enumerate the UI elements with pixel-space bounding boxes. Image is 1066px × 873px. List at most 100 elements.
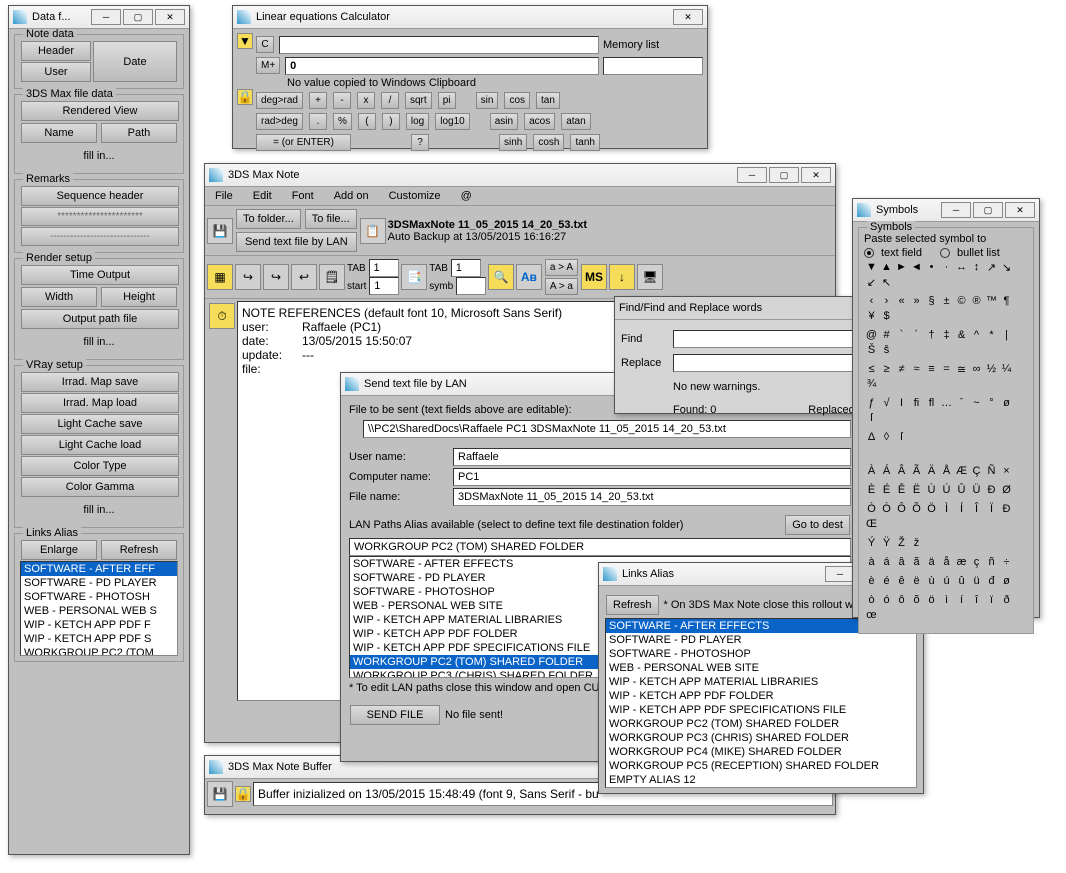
symbol-button[interactable]: √ xyxy=(879,397,894,412)
search-icon[interactable]: 🔍 xyxy=(488,264,514,290)
symbol-button[interactable]: ù xyxy=(924,575,939,590)
symbol-button[interactable] xyxy=(909,431,924,446)
symbol-button[interactable]: Ð xyxy=(999,503,1014,518)
close-button[interactable]: ✕ xyxy=(1005,202,1035,218)
calc-button[interactable]: x xyxy=(357,92,375,109)
calc-button[interactable]: tan xyxy=(536,92,560,109)
list-item[interactable]: EMPTY ALIAS 12 xyxy=(606,773,916,787)
date-button[interactable]: Date xyxy=(93,41,177,82)
symbol-button[interactable]: ≅ xyxy=(954,363,969,378)
maximize-button[interactable]: ▢ xyxy=(973,202,1003,218)
symbol-button[interactable]: » xyxy=(909,295,924,310)
symbol-button[interactable]: Ã xyxy=(909,465,924,480)
calc-button[interactable]: asin xyxy=(490,113,518,130)
close-button[interactable]: ✕ xyxy=(155,9,185,25)
symbol-button[interactable]: â xyxy=(894,556,909,571)
symbol-button[interactable]: ° xyxy=(984,397,999,412)
symbol-button[interactable] xyxy=(969,537,984,552)
calc-button[interactable]: cosh xyxy=(533,134,564,151)
result-input[interactable]: 0 xyxy=(285,57,599,75)
symbol-button[interactable]: ↘ xyxy=(999,261,1014,276)
symbol-button[interactable]: ë xyxy=(909,575,924,590)
list-item[interactable]: WIP - KETCH APP MATERIAL LIBRARIES xyxy=(606,675,916,689)
symbol-button[interactable]: ≠ xyxy=(894,363,909,378)
symbol-button[interactable]: Æ xyxy=(954,465,969,480)
close-button[interactable]: ✕ xyxy=(673,9,703,25)
refresh-button[interactable]: Refresh xyxy=(101,540,177,560)
height-button[interactable]: Height xyxy=(101,287,177,307)
symbol-button[interactable]: ø xyxy=(999,575,1014,590)
symbol-button[interactable]: Š xyxy=(864,344,879,359)
time-output-button[interactable]: Time Output xyxy=(21,265,179,285)
user-input[interactable] xyxy=(453,448,851,466)
calc-button[interactable]: rad>deg xyxy=(256,113,303,130)
symbol-button[interactable]: đ xyxy=(984,575,999,590)
symbol-button[interactable]: Ó xyxy=(879,503,894,518)
dash2-button[interactable]: ------------------------------ xyxy=(21,227,179,246)
irrad-save-button[interactable]: Irrad. Map save xyxy=(21,372,179,392)
symbol-button[interactable]: @ xyxy=(864,329,879,344)
symbol-button[interactable]: ã xyxy=(909,556,924,571)
symbol-button[interactable]: * xyxy=(984,329,999,344)
list-item[interactable]: WEB - PERSONAL WEB S xyxy=(21,604,177,618)
symbol-button[interactable]: ∞ xyxy=(969,363,984,378)
c-button[interactable]: C xyxy=(256,36,274,53)
calc-button[interactable]: acos xyxy=(524,113,555,130)
symbol-button[interactable]: õ xyxy=(909,594,924,609)
bullet-list-radio[interactable] xyxy=(940,248,950,258)
help-button[interactable]: ? xyxy=(411,134,429,151)
symbol-button[interactable]: ◄ xyxy=(909,261,924,276)
dash1-button[interactable]: ********************** xyxy=(21,207,179,226)
symbol-button[interactable]: ¼ xyxy=(999,363,1014,378)
replace-input[interactable] xyxy=(673,354,877,372)
titlebar[interactable]: Linear equations Calculator ✕ xyxy=(233,6,707,29)
calc-button[interactable]: atan xyxy=(561,113,590,130)
refresh-button[interactable]: Refresh xyxy=(606,595,659,615)
symbol-button[interactable]: Î xyxy=(969,503,984,518)
width-button[interactable]: Width xyxy=(21,287,97,307)
symbol-button[interactable] xyxy=(984,431,999,446)
symbol-button[interactable]: ` xyxy=(894,329,909,344)
name-button[interactable]: Name xyxy=(21,123,97,143)
list-item[interactable]: SOFTWARE - PHOTOSH xyxy=(21,590,177,604)
list-item[interactable]: SOFTWARE - AFTER EFF xyxy=(21,562,177,576)
symb-input[interactable] xyxy=(456,277,486,295)
symbol-button[interactable] xyxy=(939,431,954,446)
symbol-button[interactable]: Ü xyxy=(969,484,984,499)
minimize-button[interactable]: ─ xyxy=(91,9,121,25)
symbol-button[interactable]: ó xyxy=(879,594,894,609)
symbol-button[interactable]: ð xyxy=(999,594,1014,609)
symbol-button[interactable] xyxy=(984,537,999,552)
symbol-button[interactable]: Ö xyxy=(924,503,939,518)
minimize-button[interactable]: ─ xyxy=(825,566,855,582)
symbol-button[interactable]: ÷ xyxy=(999,556,1014,571)
symbol-button[interactable]: ► xyxy=(894,261,909,276)
start-input[interactable] xyxy=(369,277,399,295)
symbol-button[interactable] xyxy=(999,431,1014,446)
symbol-button[interactable]: Ç xyxy=(969,465,984,480)
symbol-button[interactable]: ½ xyxy=(984,363,999,378)
symbol-button[interactable]: = xyxy=(939,363,954,378)
list-item[interactable]: WIP - KETCH APP PDF S xyxy=(21,632,177,646)
symbol-button[interactable]: Ž xyxy=(894,537,909,552)
header-button[interactable]: Header xyxy=(21,41,91,61)
symbol-button[interactable]: ▼ xyxy=(864,261,879,276)
lock-icon[interactable]: 🔒 xyxy=(235,786,251,802)
symbol-button[interactable]: fl xyxy=(924,397,939,412)
symbol-button[interactable]: î xyxy=(969,594,984,609)
symbol-button[interactable]: ‡ xyxy=(939,329,954,344)
list-item[interactable]: WIP - KETCH APP PDF FOLDER xyxy=(606,689,916,703)
find-input[interactable] xyxy=(673,330,877,348)
minimize-button[interactable]: ─ xyxy=(737,167,767,183)
symbol-button[interactable]: í xyxy=(954,594,969,609)
calc-button[interactable]: % xyxy=(333,113,352,130)
symbol-button[interactable]: è xyxy=(864,575,879,590)
equals-button[interactable]: = (or ENTER) xyxy=(256,134,351,151)
symbol-button[interactable]: ® xyxy=(969,295,984,310)
symbol-button[interactable] xyxy=(999,537,1014,552)
file-input[interactable] xyxy=(453,488,851,506)
rendered-view-button[interactable]: Rendered View xyxy=(21,101,179,121)
calc-button[interactable]: ) xyxy=(382,113,400,130)
lock-icon[interactable]: 🔒 xyxy=(237,89,253,105)
display-input[interactable] xyxy=(279,36,599,54)
